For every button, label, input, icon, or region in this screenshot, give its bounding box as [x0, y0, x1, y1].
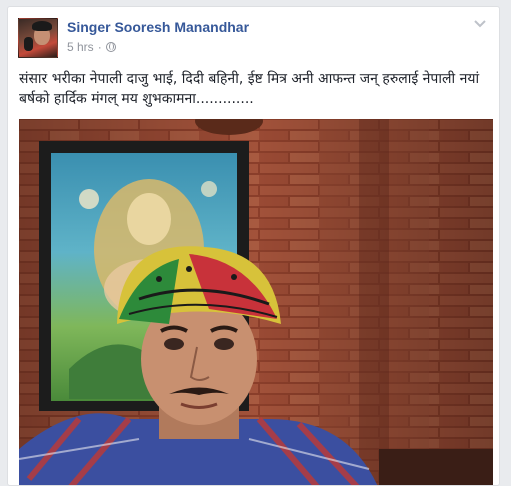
post-photo[interactable]: [19, 119, 493, 486]
avatar-hair: [32, 21, 52, 31]
microphone-graphic: [24, 37, 33, 51]
post-message: संसार भरीका नेपाली दाजु भाई, दिदी बहिनी,…: [19, 71, 480, 107]
globe-icon[interactable]: [105, 42, 116, 52]
post-meta: 5 hrs ·: [67, 40, 116, 54]
author-avatar[interactable]: [18, 18, 58, 58]
meta-separator: ·: [97, 40, 102, 54]
chevron-down-icon[interactable]: [473, 17, 487, 31]
feed-post: Singer Sooresh Manandhar 5 hrs · संसार भ…: [7, 6, 500, 486]
author-name-link[interactable]: Singer Sooresh Manandhar: [67, 19, 249, 35]
post-timestamp[interactable]: 5 hrs: [67, 40, 94, 54]
